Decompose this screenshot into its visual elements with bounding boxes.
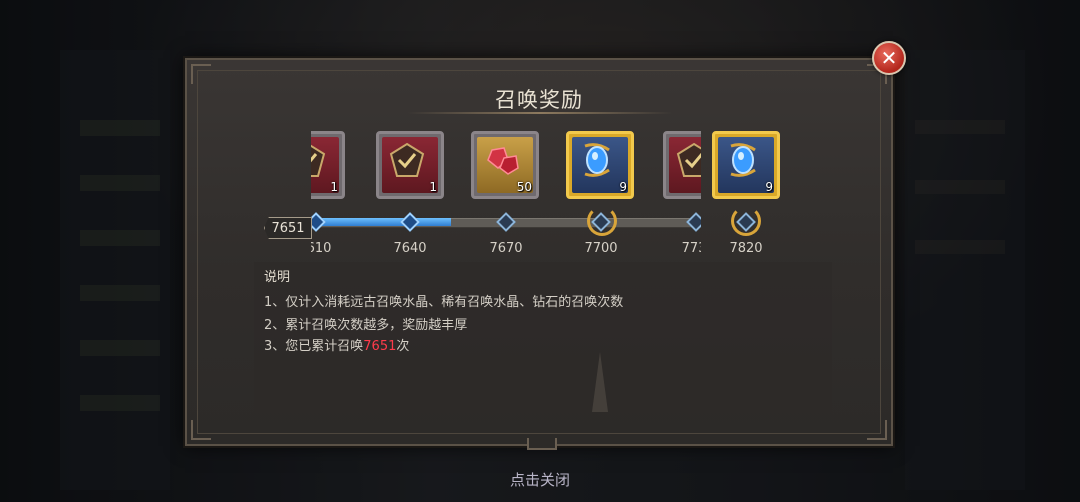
reward-card[interactable]: 1	[311, 131, 345, 199]
description-text: 次	[396, 339, 410, 354]
summon-count-badge: 7651	[264, 217, 312, 239]
corner-ornament	[191, 64, 211, 84]
title-divider	[407, 112, 673, 114]
reward-quantity: 9	[619, 180, 627, 194]
reward-quantity: 9	[765, 180, 773, 194]
equipment-box-icon	[311, 144, 326, 177]
milestone-node	[311, 212, 326, 232]
equipment-box-icon	[676, 142, 701, 177]
milestone-label: 7700	[584, 241, 618, 256]
milestone-label: 7670	[489, 241, 523, 256]
reward-quantity: 1	[429, 180, 437, 194]
milestone-label: 7820	[729, 241, 763, 256]
milestone-node	[400, 212, 420, 232]
reward-card[interactable]: 9	[566, 131, 634, 199]
blue-crystal-icon	[730, 143, 756, 177]
reward-card[interactable]: 9	[712, 131, 780, 199]
description-line: 1、仅计入消耗远古召唤水晶、稀有召唤水晶、钻石的召唤次数	[264, 295, 624, 310]
milestone-label: 7640	[393, 241, 427, 256]
description-title: 说明	[264, 270, 291, 285]
corner-ornament	[191, 420, 211, 440]
corner-ornament	[867, 420, 887, 440]
final-reward[interactable]: 9 7820	[706, 126, 796, 262]
equipment-box-icon	[389, 142, 425, 177]
bottom-ornament	[527, 438, 557, 450]
reward-card[interactable]: 50	[471, 131, 539, 199]
description-line: 2、累计召唤次数越多，奖励越丰厚	[264, 318, 468, 333]
background-spire-icon	[592, 352, 608, 412]
red-gem-icon	[487, 147, 519, 175]
description-line: 3、您已累计召唤7651次	[264, 335, 409, 354]
blue-crystal-icon	[584, 143, 610, 177]
milestone-label: 773	[681, 241, 701, 256]
progress-fill	[311, 218, 451, 226]
description-text: 3、您已累计召唤	[264, 339, 364, 354]
reward-card[interactable]	[663, 131, 701, 199]
dialog-title: 召唤奖励	[495, 88, 583, 112]
milestone-node	[496, 212, 516, 232]
tap-to-close-hint[interactable]: 点击关闭	[0, 469, 1080, 490]
reward-card[interactable]: 1	[376, 131, 444, 199]
reward-track-scroll[interactable]: 1 610 1 7640 50 7670 9 7700	[311, 126, 701, 262]
milestone-label: 610	[311, 241, 332, 256]
close-icon: ✕	[880, 46, 898, 70]
reward-quantity: 1	[330, 180, 338, 194]
summon-count-highlight: 7651	[363, 339, 397, 354]
milestone-node	[686, 212, 701, 232]
reward-quantity: 50	[516, 180, 532, 194]
close-button[interactable]: ✕	[872, 41, 906, 75]
